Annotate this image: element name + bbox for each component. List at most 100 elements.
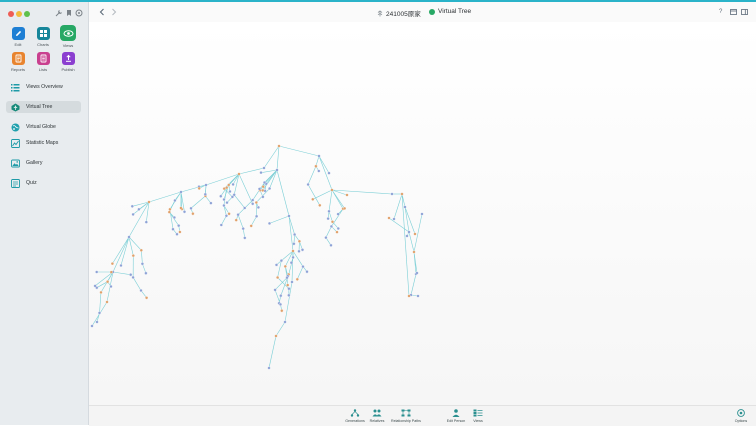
module-publish-button[interactable]: Publish [56, 52, 80, 72]
person-avatar-node[interactable] [318, 155, 321, 158]
sidebar-toggle-icon[interactable] [75, 9, 83, 17]
back-button[interactable] [99, 8, 105, 16]
person-avatar-node[interactable] [169, 208, 172, 211]
virtual-tree-graph[interactable] [89, 22, 756, 405]
person-avatar-node[interactable] [232, 183, 235, 186]
minimize-window-button[interactable] [16, 11, 22, 17]
person-avatar-node[interactable] [328, 210, 331, 213]
module-charts-button[interactable]: Charts [31, 27, 55, 47]
help-button[interactable]: ? [719, 9, 722, 15]
person-avatar-node[interactable] [235, 219, 238, 222]
module-views-button[interactable]: Views [56, 25, 80, 48]
forward-button[interactable] [111, 8, 117, 16]
person-avatar-node[interactable] [145, 272, 148, 275]
person-avatar-node[interactable] [293, 242, 296, 245]
person-avatar-node[interactable] [251, 202, 254, 205]
relationship-paths-button[interactable]: Relationship Paths [391, 409, 421, 423]
person-avatar-node[interactable] [243, 237, 246, 240]
person-avatar-node[interactable] [331, 220, 334, 223]
person-avatar-node[interactable] [106, 301, 109, 304]
virtual-tree-canvas[interactable] [89, 22, 756, 405]
person-avatar-node[interactable] [284, 265, 287, 268]
person-avatar-node[interactable] [132, 276, 135, 279]
person-avatar-node[interactable] [275, 335, 278, 338]
person-avatar-node[interactable] [96, 321, 99, 324]
person-avatar-node[interactable] [268, 187, 271, 190]
person-avatar-node[interactable] [238, 173, 241, 176]
person-avatar-node[interactable] [286, 284, 289, 287]
views-button[interactable]: Views [464, 409, 492, 423]
person-avatar-node[interactable] [328, 172, 331, 175]
person-avatar-node[interactable] [417, 295, 420, 298]
person-avatar-node[interactable] [284, 321, 287, 324]
bookmark-icon[interactable] [65, 9, 73, 17]
person-avatar-node[interactable] [290, 261, 293, 264]
person-avatar-node[interactable] [263, 167, 266, 170]
nav-statistic-maps[interactable]: Statistic Maps [6, 137, 81, 149]
person-avatar-node[interactable] [223, 204, 226, 207]
person-avatar-node[interactable] [128, 236, 131, 239]
nav-virtual-globe[interactable]: Virtual Globe [6, 121, 81, 133]
person-avatar-node[interactable] [237, 213, 240, 216]
person-avatar-node[interactable] [168, 211, 171, 214]
person-avatar-node[interactable] [220, 224, 223, 227]
person-avatar-node[interactable] [111, 262, 114, 265]
person-avatar-node[interactable] [292, 250, 295, 253]
person-avatar-node[interactable] [262, 185, 265, 188]
person-avatar-node[interactable] [131, 205, 134, 208]
person-avatar-node[interactable] [315, 165, 318, 168]
person-avatar-node[interactable] [302, 265, 305, 268]
person-avatar-node[interactable] [275, 264, 278, 267]
person-avatar-node[interactable] [100, 291, 103, 294]
person-avatar-node[interactable] [331, 189, 334, 192]
window-layout-button[interactable] [730, 9, 737, 15]
module-reports-button[interactable]: Reports [6, 52, 30, 72]
person-avatar-node[interactable] [327, 217, 330, 220]
options-button[interactable]: Options [728, 409, 754, 423]
person-avatar-node[interactable] [401, 193, 404, 196]
person-avatar-node[interactable] [138, 208, 141, 211]
person-avatar-node[interactable] [110, 285, 113, 288]
person-avatar-node[interactable] [298, 250, 301, 253]
person-avatar-node[interactable] [286, 276, 289, 279]
person-avatar-node[interactable] [263, 181, 266, 184]
person-avatar-node[interactable] [132, 254, 135, 257]
person-avatar-node[interactable] [291, 281, 294, 284]
person-avatar-node[interactable] [243, 207, 246, 210]
person-avatar-node[interactable] [233, 193, 236, 196]
person-avatar-node[interactable] [276, 276, 279, 279]
person-avatar-node[interactable] [129, 273, 132, 276]
person-avatar-node[interactable] [408, 231, 411, 234]
person-avatar-node[interactable] [416, 272, 419, 275]
person-avatar-node[interactable] [242, 227, 245, 230]
person-avatar-node[interactable] [91, 325, 94, 328]
module-lists-button[interactable]: Lists [31, 52, 55, 72]
person-avatar-node[interactable] [204, 193, 207, 196]
person-avatar-node[interactable] [393, 218, 396, 221]
nav-virtual-tree[interactable]: Virtual Tree [6, 101, 81, 113]
person-avatar-node[interactable] [110, 271, 113, 274]
person-avatar-node[interactable] [250, 225, 253, 228]
person-avatar-node[interactable] [279, 294, 282, 297]
person-avatar-node[interactable] [255, 215, 258, 218]
person-avatar-node[interactable] [336, 231, 339, 234]
nav-gallery[interactable]: Gallery [6, 157, 81, 169]
person-avatar-node[interactable] [106, 280, 109, 283]
person-avatar-node[interactable] [148, 201, 151, 204]
person-avatar-node[interactable] [255, 201, 258, 204]
person-avatar-node[interactable] [388, 217, 391, 220]
person-avatar-node[interactable] [278, 145, 281, 148]
person-avatar-node[interactable] [227, 184, 230, 187]
person-avatar-node[interactable] [145, 296, 148, 299]
person-avatar-node[interactable] [260, 171, 263, 174]
person-avatar-node[interactable] [226, 201, 229, 204]
person-avatar-node[interactable] [177, 224, 180, 227]
close-window-button[interactable] [8, 11, 14, 17]
person-avatar-node[interactable] [94, 285, 97, 288]
person-avatar-node[interactable] [391, 193, 394, 196]
person-avatar-node[interactable] [210, 202, 213, 205]
person-avatar-node[interactable] [408, 295, 411, 298]
person-avatar-node[interactable] [421, 213, 424, 216]
person-avatar-node[interactable] [141, 262, 144, 265]
person-avatar-node[interactable] [325, 236, 328, 239]
